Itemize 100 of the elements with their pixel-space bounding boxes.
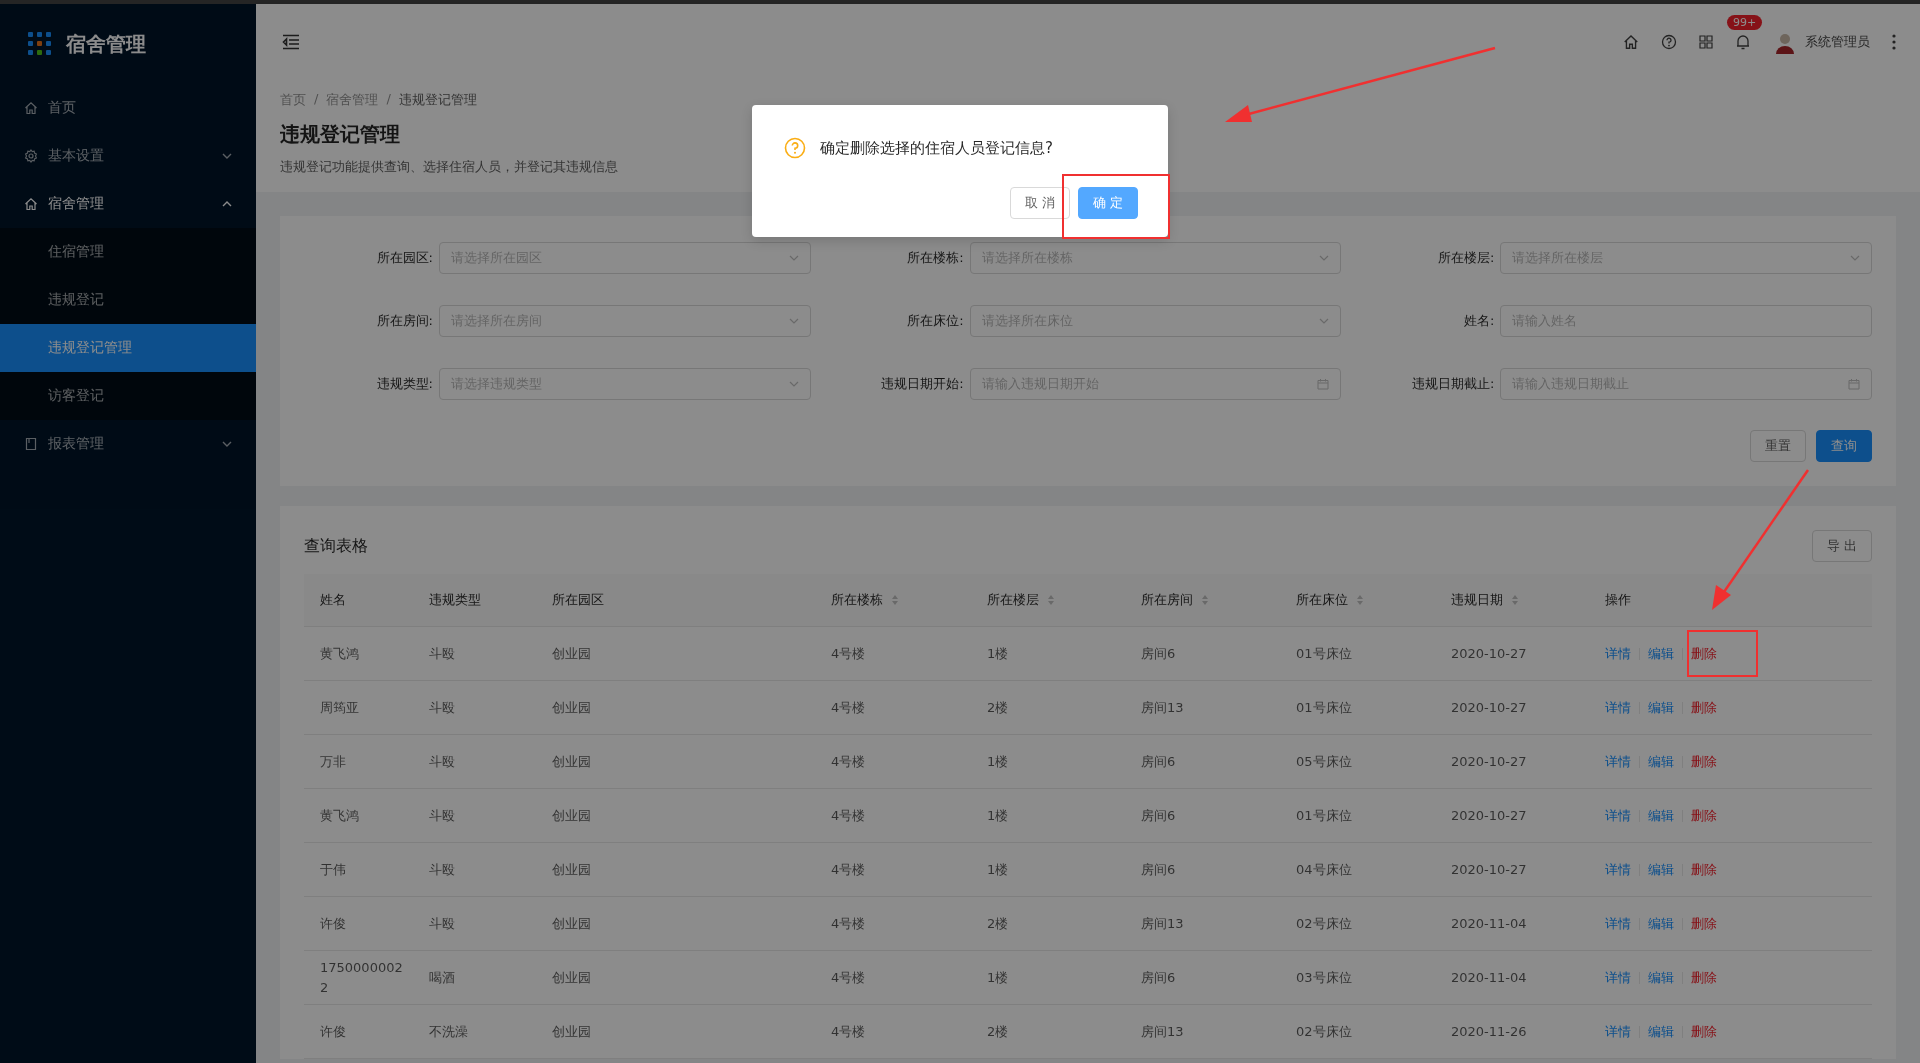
breadcrumb-item[interactable]: 宿舍管理 <box>326 91 379 109</box>
action-link[interactable]: 编辑 <box>1648 806 1674 825</box>
page-description: 违规登记功能提供查询、选择住宿人员，并登记其违规信息 <box>280 158 618 176</box>
breadcrumb-item[interactable]: 违规登记管理 <box>398 91 477 109</box>
table-cell: 03号床位 <box>1280 950 1435 1005</box>
table-cell: 于伟 <box>304 842 413 897</box>
table-cell: 2020-10-27 <box>1435 626 1589 681</box>
table-cell: 1楼 <box>971 626 1125 681</box>
sidebar-item[interactable]: 报表管理 <box>0 420 256 468</box>
filter-label: 违规日期开始: <box>880 375 965 393</box>
delete-link[interactable]: 删除 <box>1691 1022 1717 1041</box>
sidebar-item[interactable]: 宿舍管理 <box>0 180 256 228</box>
sidebar-subitem[interactable]: 违规登记 <box>0 276 256 324</box>
action-link[interactable]: 编辑 <box>1648 860 1674 879</box>
chevron-down-icon <box>1319 255 1330 261</box>
sidebar-subitem[interactable]: 住宿管理 <box>0 228 256 276</box>
table-cell: 创业园 <box>536 1004 815 1059</box>
action-link[interactable]: 详情 <box>1605 860 1631 879</box>
table-cell: 房间13 <box>1125 1004 1280 1059</box>
table-cell: 4号楼 <box>815 842 971 897</box>
action-link[interactable]: 详情 <box>1605 698 1631 717</box>
table-cell: 房间6 <box>1125 950 1280 1005</box>
action-link[interactable]: 详情 <box>1605 752 1631 771</box>
action-link[interactable]: 详情 <box>1605 806 1631 825</box>
table-cell: 斗殴 <box>413 680 536 735</box>
help-icon[interactable] <box>1661 33 1677 50</box>
table-cell: 万非 <box>304 734 413 789</box>
table-cell: 斗殴 <box>413 734 536 789</box>
table-title: 查询表格 <box>304 535 368 557</box>
table-cell: 喝酒 <box>413 950 536 1005</box>
action-link[interactable]: 详情 <box>1605 914 1631 933</box>
table-cell: 创业园 <box>536 626 815 681</box>
table-cell: 斗殴 <box>413 896 536 951</box>
delete-link[interactable]: 删除 <box>1691 914 1717 933</box>
table-cell: 05号床位 <box>1280 734 1435 789</box>
home-icon[interactable] <box>1623 33 1639 50</box>
action-link[interactable]: 编辑 <box>1648 698 1674 717</box>
action-link[interactable]: 编辑 <box>1648 914 1674 933</box>
sidebar-item[interactable]: 基本设置 <box>0 132 256 180</box>
delete-link[interactable]: 删除 <box>1691 752 1717 771</box>
table-cell: 许俊 <box>304 1004 413 1059</box>
table-cell: 黄飞鸿 <box>304 626 413 681</box>
query-button[interactable]: 查询 <box>1816 430 1872 462</box>
delete-link[interactable]: 删除 <box>1691 806 1717 825</box>
export-button[interactable]: 导 出 <box>1811 530 1872 562</box>
table-cell: 2楼 <box>971 896 1125 951</box>
chevron-down-icon <box>1319 318 1330 324</box>
filter-label: 所在楼栋: <box>906 249 965 267</box>
action-link[interactable]: 详情 <box>1605 968 1631 987</box>
action-link[interactable]: 编辑 <box>1648 968 1674 987</box>
bell-icon[interactable] <box>1735 33 1751 50</box>
table-cell: 4号楼 <box>815 734 971 789</box>
table-cell: 02号床位 <box>1280 1004 1435 1059</box>
chevron-down-icon <box>788 381 799 387</box>
table-cell: 4号楼 <box>815 896 971 951</box>
table-cell: 01号床位 <box>1280 788 1435 843</box>
table-cell: 房间6 <box>1125 734 1280 789</box>
table-cell: 04号床位 <box>1280 842 1435 897</box>
home-icon <box>24 197 38 211</box>
annotation-box <box>1687 630 1758 677</box>
notification-badge: 99+ <box>1727 14 1763 30</box>
confirm-button[interactable]: 确 定 <box>1077 187 1138 219</box>
action-link[interactable]: 详情 <box>1605 644 1631 663</box>
delete-link[interactable]: 删除 <box>1691 644 1717 663</box>
chevron-down-icon <box>788 318 799 324</box>
table-cell: 斗殴 <box>413 788 536 843</box>
action-link[interactable]: 编辑 <box>1648 752 1674 771</box>
menu-fold-icon[interactable] <box>282 33 300 50</box>
table-cell: 2020-11-04 <box>1435 950 1589 1005</box>
action-link[interactable]: 编辑 <box>1648 644 1674 663</box>
table-cell: 2020-10-27 <box>1435 734 1589 789</box>
breadcrumb-separator: / <box>386 91 391 108</box>
table-cell: 1楼 <box>971 788 1125 843</box>
page-title: 违规登记管理 <box>280 121 400 148</box>
chevron-down-icon <box>788 255 799 261</box>
table-cell: 1楼 <box>971 842 1125 897</box>
filter-label: 所在园区: <box>375 249 434 267</box>
sidebar-subitem[interactable]: 访客登记 <box>0 372 256 420</box>
delete-link[interactable]: 删除 <box>1691 968 1717 987</box>
reset-button[interactable]: 重置 <box>1750 430 1806 462</box>
table-cell: 房间13 <box>1125 896 1280 951</box>
sidebar-item[interactable]: 首页 <box>0 84 256 132</box>
sidebar-subitem[interactable]: 违规登记管理 <box>0 324 256 372</box>
table-cell: 不洗澡 <box>413 1004 536 1059</box>
more-icon[interactable] <box>1892 33 1896 50</box>
action-link[interactable]: 详情 <box>1605 1022 1631 1041</box>
action-link[interactable]: 编辑 <box>1648 1022 1674 1041</box>
app-title: 宿舍管理 <box>66 30 146 58</box>
delete-link[interactable]: 删除 <box>1691 860 1717 879</box>
table-cell: 创业园 <box>536 680 815 735</box>
filter-label: 违规日期截止: <box>1410 375 1496 393</box>
chevron-down-icon <box>1850 255 1860 261</box>
delete-link[interactable]: 删除 <box>1691 698 1717 717</box>
table-cell: 斗殴 <box>413 842 536 897</box>
table-cell: 2020-11-04 <box>1435 896 1589 951</box>
cancel-button[interactable]: 取 消 <box>1009 187 1070 219</box>
table-cell: 01号床位 <box>1280 626 1435 681</box>
user-name[interactable]: 系统管理员 <box>1805 32 1870 51</box>
calendar-icon <box>1317 378 1330 390</box>
apps-icon[interactable] <box>1699 34 1713 49</box>
